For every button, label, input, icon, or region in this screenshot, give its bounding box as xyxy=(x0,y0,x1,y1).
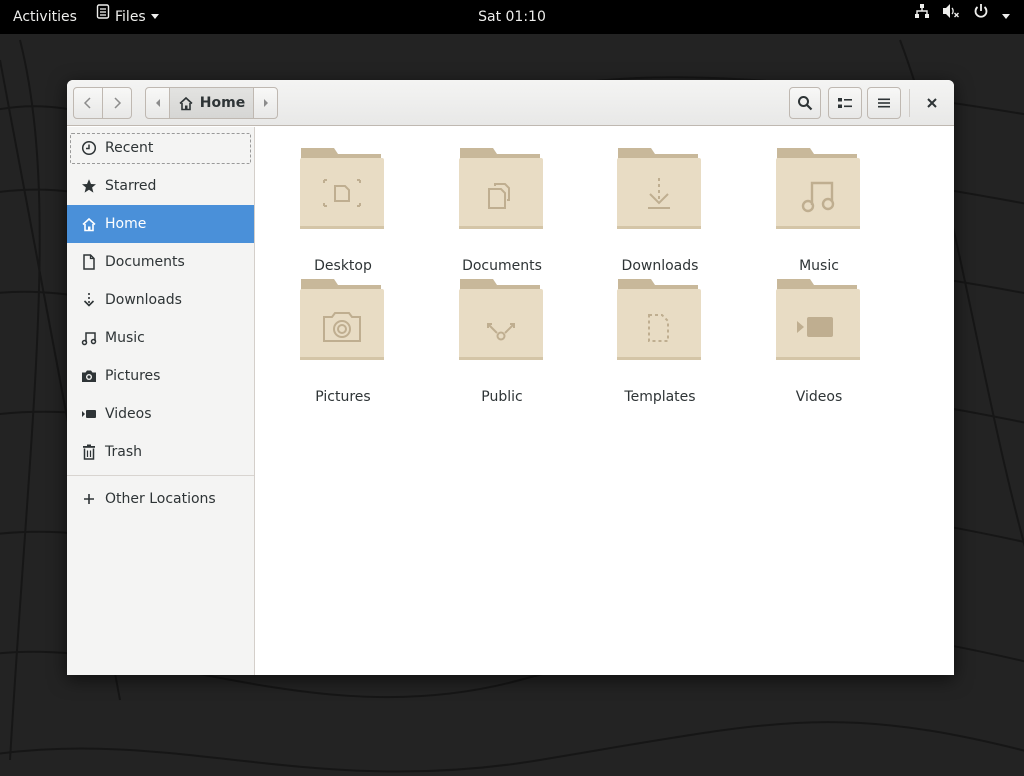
arrow-left-icon xyxy=(155,99,160,107)
path-home-button[interactable]: Home xyxy=(169,87,254,119)
header-separator xyxy=(909,89,910,117)
folder-icon xyxy=(459,148,543,229)
folder-documents[interactable]: Documents xyxy=(437,148,567,274)
path-scroll-right-button[interactable] xyxy=(253,87,278,119)
folder-icon xyxy=(300,148,384,229)
sidebar-item-label: Downloads xyxy=(105,292,182,308)
camera-icon xyxy=(81,368,97,384)
folder-name: Documents xyxy=(462,258,542,274)
sidebar: Recent Starred Home Documents Downloads xyxy=(67,127,255,675)
files-app-icon xyxy=(96,0,110,33)
chevron-left-icon xyxy=(83,97,91,109)
sidebar-item-recent[interactable]: Recent xyxy=(67,129,254,167)
folder-name: Pictures xyxy=(315,389,371,405)
video-icon xyxy=(81,406,97,422)
folder-name: Templates xyxy=(624,389,696,405)
sidebar-item-label: Pictures xyxy=(105,368,161,384)
sidebar-item-label: Starred xyxy=(105,178,157,194)
sidebar-item-label: Documents xyxy=(105,254,185,270)
network-icon xyxy=(914,0,930,33)
document-icon xyxy=(81,254,97,270)
folder-pictures[interactable]: Pictures xyxy=(278,279,408,405)
arrow-right-icon xyxy=(263,99,268,107)
view-mode-button[interactable] xyxy=(828,87,862,119)
app-menu-button[interactable]: Files xyxy=(96,0,159,34)
folder-icon xyxy=(459,279,543,360)
home-icon xyxy=(179,96,193,110)
hamburger-menu-icon xyxy=(878,98,890,108)
sidebar-item-label: Home xyxy=(105,216,147,232)
close-icon xyxy=(927,98,937,108)
header-bar: Home xyxy=(67,80,954,126)
sidebar-item-downloads[interactable]: Downloads xyxy=(67,281,254,319)
sidebar-item-home[interactable]: Home xyxy=(67,205,254,243)
folder-downloads[interactable]: Downloads xyxy=(595,148,725,274)
sidebar-item-label: Recent xyxy=(105,140,154,156)
dropdown-arrow-icon xyxy=(1002,13,1010,19)
menu-button[interactable] xyxy=(867,87,901,119)
clock[interactable]: Sat 01:10 xyxy=(478,9,546,25)
sidebar-item-label: Trash xyxy=(105,444,142,460)
app-menu-label: Files xyxy=(115,9,146,25)
folder-name: Downloads xyxy=(621,258,699,274)
close-button[interactable] xyxy=(916,87,948,119)
sidebar-item-trash[interactable]: Trash xyxy=(67,433,254,471)
files-window: Home Recent Starred Home Documents Downl… xyxy=(67,80,954,675)
chevron-right-icon xyxy=(114,97,122,109)
trash-icon xyxy=(81,444,97,460)
music-icon xyxy=(81,330,97,346)
star-icon xyxy=(81,178,97,194)
system-menu-button[interactable] xyxy=(906,0,1010,34)
folder-icon xyxy=(776,148,860,229)
clock-icon xyxy=(81,140,97,156)
sidebar-item-documents[interactable]: Documents xyxy=(67,243,254,281)
folder-music[interactable]: Music xyxy=(754,148,884,274)
sidebar-item-starred[interactable]: Starred xyxy=(67,167,254,205)
list-view-icon xyxy=(838,98,852,108)
activities-label: Activities xyxy=(13,9,77,25)
volume-muted-icon xyxy=(942,0,960,33)
plus-icon xyxy=(81,491,97,507)
sidebar-separator xyxy=(67,475,254,476)
search-icon xyxy=(798,96,813,111)
folder-name: Desktop xyxy=(314,258,372,274)
file-view: Desktop Documents Downloads Music Pictur… xyxy=(256,127,954,675)
folder-templates[interactable]: Templates xyxy=(595,279,725,405)
folder-videos[interactable]: Videos xyxy=(754,279,884,405)
activities-button[interactable]: Activities xyxy=(13,0,77,34)
folder-name: Public xyxy=(481,389,523,405)
sidebar-item-pictures[interactable]: Pictures xyxy=(67,357,254,395)
dropdown-arrow-icon xyxy=(150,13,159,19)
folder-icon xyxy=(617,148,701,229)
power-icon xyxy=(973,0,989,33)
folder-icon xyxy=(300,279,384,360)
folder-name: Music xyxy=(799,258,839,274)
home-icon xyxy=(81,216,97,232)
folder-public[interactable]: Public xyxy=(437,279,567,405)
folder-name: Videos xyxy=(795,389,843,405)
folder-icon xyxy=(617,279,701,360)
sidebar-item-label: Music xyxy=(105,330,145,346)
forward-button[interactable] xyxy=(102,87,132,119)
sidebar-item-music[interactable]: Music xyxy=(67,319,254,357)
sidebar-item-other-locations[interactable]: Other Locations xyxy=(67,480,254,518)
back-button[interactable] xyxy=(73,87,103,119)
search-button[interactable] xyxy=(789,87,821,119)
path-home-label: Home xyxy=(199,95,246,111)
download-icon xyxy=(81,292,97,308)
path-scroll-left-button[interactable] xyxy=(145,87,170,119)
folder-icon xyxy=(776,279,860,360)
sidebar-item-videos[interactable]: Videos xyxy=(67,395,254,433)
sidebar-item-label: Videos xyxy=(105,406,152,422)
folder-desktop[interactable]: Desktop xyxy=(278,148,408,274)
top-bar: Activities Files Sat 01:10 xyxy=(0,0,1024,34)
sidebar-item-label: Other Locations xyxy=(105,491,216,507)
